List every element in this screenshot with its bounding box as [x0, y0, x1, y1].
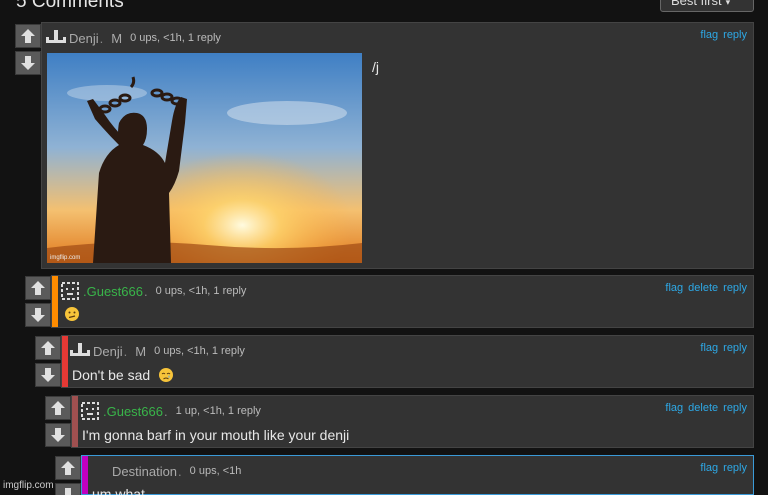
- upvote-button[interactable]: [45, 396, 71, 420]
- arrow-down-icon: [51, 428, 65, 442]
- arrow-up-icon: [31, 281, 45, 295]
- comment-card: Denji. M 0 ups, <1h, 1 reply flag reply: [41, 22, 754, 269]
- flag-link[interactable]: flag: [700, 462, 718, 474]
- arrow-up-icon: [41, 341, 55, 355]
- arrow-down-icon: [61, 488, 75, 495]
- reply-link[interactable]: reply: [723, 29, 747, 41]
- mod-badge: M: [111, 30, 123, 46]
- comment-actions: flag delete reply: [665, 282, 747, 294]
- sort-dropdown[interactable]: Best first ▾: [660, 0, 754, 12]
- username[interactable]: Denji: [93, 344, 123, 359]
- upvote-button[interactable]: [35, 336, 61, 360]
- comment-text: Don't be sad: [72, 367, 174, 383]
- image-watermark: imgflip.com: [50, 255, 80, 261]
- comment-image[interactable]: imgflip.com: [47, 53, 362, 263]
- delete-link[interactable]: delete: [688, 402, 718, 414]
- site-watermark: imgflip.com: [3, 480, 54, 491]
- comment-actions: flag delete reply: [665, 402, 747, 414]
- comment-text: /j: [372, 59, 379, 75]
- comment-stats: 0 ups, <1h: [189, 465, 242, 477]
- comment-meta: .Guest666. 1 up, <1h, 1 reply: [80, 402, 261, 420]
- crying-face-icon: [159, 367, 174, 382]
- username[interactable]: Destination: [112, 464, 177, 479]
- thread-color-bar: [82, 456, 88, 494]
- arrow-down-icon: [31, 308, 45, 322]
- username-dot: .: [99, 30, 104, 46]
- username[interactable]: Denji: [69, 31, 99, 46]
- confused-face-icon: [65, 307, 79, 322]
- upvote-button[interactable]: [25, 276, 51, 300]
- comment-meta: Denji. M 0 ups, <1h, 1 reply: [46, 29, 221, 47]
- user-avatar-icon: [81, 402, 99, 420]
- comment-stats: 0 ups, <1h, 1 reply: [154, 345, 245, 357]
- reply-link[interactable]: reply: [723, 282, 747, 294]
- comment-card: .Guest666. 0 ups, <1h, 1 reply flag dele…: [51, 275, 754, 328]
- comment-actions: flag reply: [700, 342, 747, 354]
- thread-color-bar: [52, 276, 58, 327]
- comment-text: [64, 305, 80, 322]
- comment-actions: flag reply: [700, 29, 747, 41]
- comment-actions: flag reply: [700, 462, 747, 474]
- username-dot: .: [164, 403, 168, 419]
- downvote-button[interactable]: [25, 303, 51, 327]
- comment-text-content: Don't be sad: [72, 367, 151, 383]
- comments-count-title: 5 Comments: [16, 0, 124, 12]
- arrow-up-icon: [21, 29, 35, 43]
- username[interactable]: .Guest666: [83, 284, 143, 299]
- comment-text: um what: [92, 486, 145, 495]
- username-dot: .: [123, 343, 128, 359]
- arrow-up-icon: [61, 461, 75, 475]
- arrow-up-icon: [51, 401, 65, 415]
- comment-text: I'm gonna barf in your mouth like your d…: [82, 427, 350, 443]
- comment-card: Destination. 0 ups, <1h flag reply um wh…: [81, 455, 754, 495]
- reply-link[interactable]: reply: [723, 462, 747, 474]
- user-avatar-icon: [61, 282, 79, 300]
- username-dot: .: [144, 283, 148, 299]
- arrow-down-icon: [41, 368, 55, 382]
- comment-card: Denji. M 0 ups, <1h, 1 reply flag reply …: [61, 335, 754, 388]
- flag-link[interactable]: flag: [665, 402, 683, 414]
- comment-meta: Destination. 0 ups, <1h: [112, 462, 241, 480]
- thread-color-bar: [72, 396, 78, 447]
- flag-link[interactable]: flag: [700, 29, 718, 41]
- comment-meta: Denji. M 0 ups, <1h, 1 reply: [70, 342, 245, 360]
- comment-card: .Guest666. 1 up, <1h, 1 reply flag delet…: [71, 395, 754, 448]
- downvote-button[interactable]: [55, 483, 81, 495]
- downvote-button[interactable]: [15, 51, 41, 75]
- username-dot: .: [178, 463, 182, 479]
- upvote-button[interactable]: [55, 456, 81, 480]
- flag-link[interactable]: flag: [700, 342, 718, 354]
- comment-stats: 1 up, <1h, 1 reply: [175, 405, 261, 417]
- chevron-down-icon: ▾: [725, 0, 731, 7]
- flag-link[interactable]: flag: [665, 282, 683, 294]
- user-avatar-icon: [46, 30, 66, 43]
- comment-stats: 0 ups, <1h, 1 reply: [130, 32, 221, 44]
- downvote-button[interactable]: [45, 423, 71, 447]
- upvote-button[interactable]: [15, 24, 41, 48]
- delete-link[interactable]: delete: [688, 282, 718, 294]
- reply-link[interactable]: reply: [723, 342, 747, 354]
- comment-meta: .Guest666. 0 ups, <1h, 1 reply: [60, 282, 246, 300]
- sort-label: Best first: [671, 0, 722, 8]
- broken-chains-silhouette-image: imgflip.com: [47, 53, 362, 263]
- downvote-button[interactable]: [35, 363, 61, 387]
- mod-badge: M: [135, 343, 147, 359]
- user-avatar-icon: [70, 343, 90, 356]
- username[interactable]: .Guest666: [103, 404, 163, 419]
- arrow-down-icon: [21, 56, 35, 70]
- reply-link[interactable]: reply: [723, 402, 747, 414]
- comment-stats: 0 ups, <1h, 1 reply: [155, 285, 247, 297]
- thread-color-bar: [62, 336, 68, 387]
